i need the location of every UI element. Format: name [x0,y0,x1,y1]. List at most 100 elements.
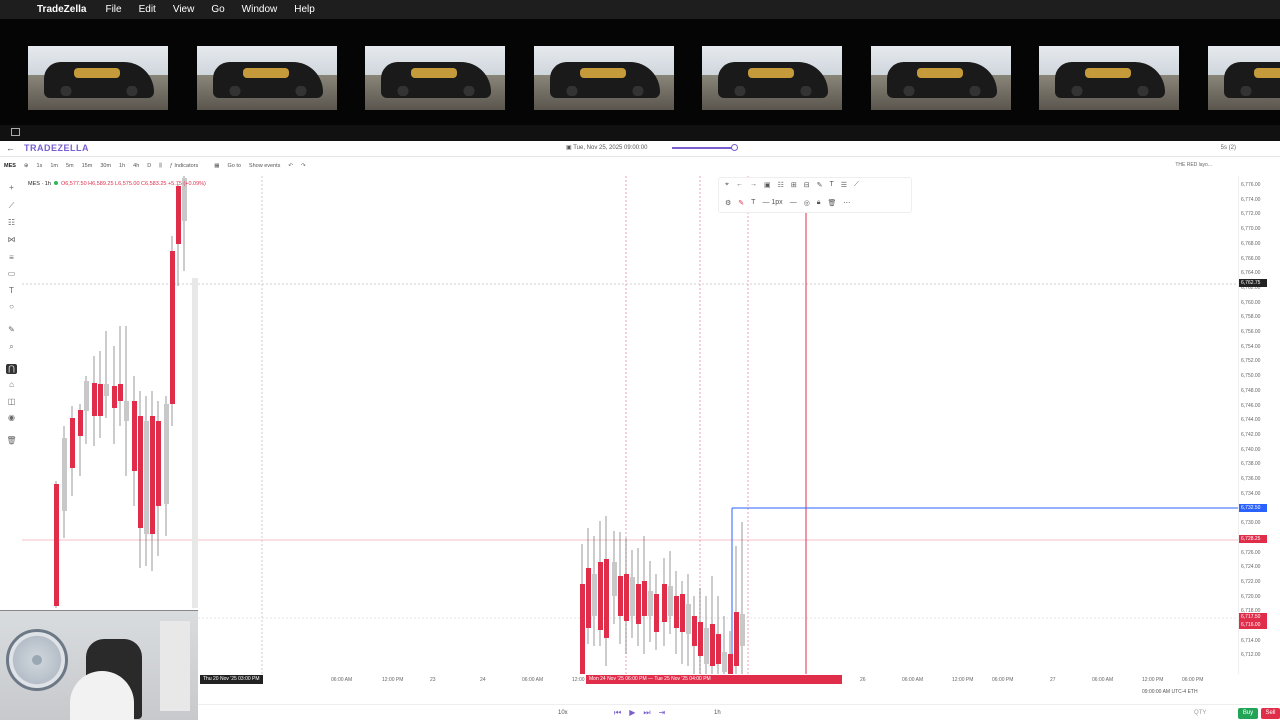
price-tick: 6,734.00 [1241,490,1261,497]
time-tick: 06:00 AM [331,677,353,683]
redo-icon[interactable]: ↷ [301,163,306,169]
candlestick-chart[interactable] [22,176,1238,674]
bull-candle [104,384,109,396]
symbol-search[interactable]: MES [4,163,16,169]
step-back-icon[interactable]: ⏮ [614,708,621,718]
red-price-tag-2: 6,717.50 [1239,613,1267,621]
trendline-tool-icon[interactable]: ⟋ [6,201,17,211]
arrow-left-icon[interactable]: ← [736,181,743,189]
chart-type-icon[interactable]: ⫼ [159,163,162,170]
timeframe-5m[interactable]: 5m [66,163,74,169]
menu-help[interactable]: Help [294,4,315,15]
channel-icon[interactable]: ⊟ [804,181,810,189]
app-header: ← TRADEZELLA ▣ Tue, Nov 25, 2025 09:00:0… [0,141,1280,157]
zoom-level[interactable]: 10x [558,710,568,716]
menu-app-name[interactable]: TradeZella [37,4,86,15]
price-axis[interactable]: 6,712.006,714.006,716.006,718.006,720.00… [1238,176,1280,674]
lock-icon[interactable]: 🔒︎ [817,199,821,207]
timeframe-d[interactable]: D [147,163,151,169]
timeframe-1s[interactable]: 1s [37,163,43,169]
time-tick: 24 [480,677,486,683]
text-color-icon[interactable]: T [751,199,755,207]
menu-view[interactable]: View [173,4,195,15]
settings-icon[interactable]: ⚙ [725,199,731,207]
time-axis[interactable]: 06:00 PM 12:00 PM 06:00 AM 27 06:00 PM 12:00 … [200,674,1280,686]
buy-button[interactable]: Buy [1238,708,1258,719]
visibility-tool-icon[interactable]: ◉ [6,413,17,423]
magnet-tool-icon[interactable]: ⋂ [6,364,17,374]
replay-speed[interactable]: 5s (2) [1221,145,1236,151]
quantity-field[interactable]: QTY [1194,710,1206,716]
rectangle-icon[interactable]: ▣ [764,181,771,189]
cursor-icon[interactable]: ⌖ [725,181,729,189]
line-color-icon[interactable]: ✎ [738,199,744,207]
menu-window[interactable]: Window [242,4,278,15]
line-style-icon[interactable]: — [790,199,797,207]
play-icon[interactable]: ▶ [629,708,635,718]
back-arrow-icon[interactable]: ← [6,143,15,153]
zoom-tool-icon[interactable]: ⌕ [6,342,17,352]
price-tick: 6,754.00 [1241,343,1261,350]
hide-tool-icon[interactable]: ◫ [6,397,17,407]
menu-go[interactable]: Go [211,4,224,15]
trash-tool-icon[interactable]: 🗑︎ [6,436,17,446]
lock-tool-icon[interactable]: ⌂ [6,380,17,390]
bear-candle [598,562,603,630]
delete-icon[interactable]: 🗑︎ [828,199,837,207]
menu-edit[interactable]: Edit [139,4,156,15]
circle-tool-icon[interactable]: ○ [6,302,17,312]
pen-icon[interactable]: ✎ [817,181,823,189]
time-tick: 06:00 AM [902,677,924,683]
step-forward-icon[interactable]: ⏭ [643,708,650,718]
arrow-right-icon[interactable]: → [750,181,757,189]
timeframe-1m[interactable]: 1m [50,163,58,169]
time-tick: 23 [430,677,436,683]
text-tool-icon[interactable]: T [6,286,17,296]
price-tick: 6,738.00 [1241,461,1261,468]
price-tick: 6,770.00 [1241,226,1261,233]
wallpaper-car-thumbnail [365,46,505,110]
timeframe-1h[interactable]: 1h [119,163,125,169]
show-events-button[interactable]: Show events [249,163,281,169]
bear-candle [156,421,161,506]
brush-tool-icon[interactable]: ✎ [6,325,17,335]
text-icon[interactable]: T [829,181,833,189]
timeframe-15m[interactable]: 15m [82,163,93,169]
replay-slider-knob[interactable] [731,144,738,151]
lines-tool-icon[interactable]: ≡ [6,253,17,263]
menu-file[interactable]: File [105,4,121,15]
chart-canvas[interactable] [22,176,1238,674]
layout-icon[interactable]: ▦ [214,163,219,169]
replay-datetime[interactable]: ▣ Tue, Nov 25, 2025 09:00:00 [566,144,647,151]
bear-candle [692,616,697,646]
sidebar-toggle-icon[interactable] [11,128,20,136]
shapes-tool-icon[interactable]: ▭ [6,269,17,279]
layout-name[interactable]: THE RED layo... [1175,162,1212,168]
fib-tool-icon[interactable]: ☷ [6,218,17,228]
undo-icon[interactable]: ↶ [288,163,293,169]
grid-icon[interactable]: ⊞ [791,181,797,189]
line-width-button[interactable]: — 1px [762,199,782,207]
pattern-tool-icon[interactable]: ⋈ [6,235,17,245]
fib-icon[interactable]: ☷ [778,181,784,189]
bear-candle [710,624,715,666]
more-icon[interactable]: ⋯ [843,199,850,207]
bull-candle [630,577,635,616]
goto-button[interactable]: Go to [227,163,240,169]
timezone-label[interactable]: 09:00:00 AM UTC-4 ETH [1142,689,1260,695]
visibility-icon[interactable]: ◎ [804,199,810,207]
bear-candle [150,416,155,534]
crosshair-icon[interactable]: + [6,183,17,193]
jump-to-end-icon[interactable]: ⇥ [659,708,666,718]
menu-lines-icon[interactable]: ☰ [841,181,847,189]
replay-progress-slider[interactable] [672,147,736,149]
timeframe-30m[interactable]: 30m [100,163,111,169]
price-tick: 6,774.00 [1241,196,1261,203]
trendline-icon[interactable]: ⟋ [854,181,859,189]
bull-candle [124,401,129,421]
add-symbol-icon[interactable]: ⊕ [24,163,29,169]
timeframe-4h[interactable]: 4h [133,163,139,169]
indicators-button[interactable]: ƒ Indicators [170,163,206,169]
sell-button[interactable]: Sell [1261,708,1280,719]
replay-timeframe[interactable]: 1h [714,710,721,716]
